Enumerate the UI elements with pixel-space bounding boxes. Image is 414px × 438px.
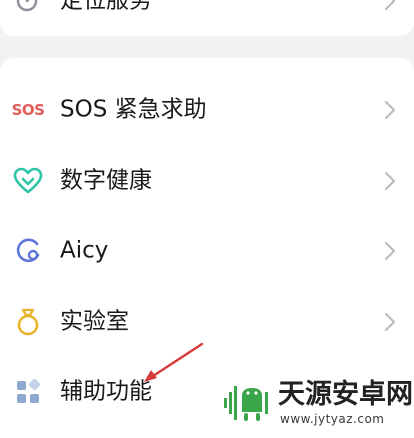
aicy-icon	[12, 235, 44, 267]
watermark-url: www.jytyaz.com	[280, 412, 385, 426]
settings-card-top: 定位服务	[0, 0, 414, 36]
settings-item-lab[interactable]: 实验室	[0, 287, 414, 357]
chevron-right-icon	[385, 242, 395, 260]
heart-icon	[12, 165, 44, 197]
chevron-right-icon	[385, 0, 395, 10]
location-icon	[12, 0, 44, 17]
sos-icon: SOS	[11, 101, 45, 119]
settings-item-location[interactable]: 定位服务	[0, 0, 414, 36]
settings-item-label: 辅助功能	[60, 378, 152, 405]
watermark-logo-icon	[224, 386, 268, 421]
chevron-right-icon	[385, 313, 395, 331]
watermark-title: 天源安卓网	[278, 379, 413, 410]
chevron-right-icon	[385, 172, 395, 190]
settings-item-label: 数字健康	[60, 167, 152, 194]
settings-item-label: 定位服务	[60, 0, 152, 14]
settings-item-aicy[interactable]: Aicy	[0, 216, 414, 286]
settings-item-label: SOS 紧急求助	[60, 96, 207, 123]
settings-item-label: Aicy	[60, 237, 109, 264]
chevron-right-icon	[385, 101, 395, 119]
lab-ring-icon	[12, 306, 44, 338]
settings-item-digital-health[interactable]: 数字健康	[0, 146, 414, 216]
settings-item-sos[interactable]: SOS SOS 紧急求助	[0, 75, 414, 145]
settings-item-label: 实验室	[60, 308, 129, 335]
accessibility-grid-icon	[12, 376, 44, 408]
watermark: 天源安卓网 www.jytyaz.com	[222, 379, 413, 430]
